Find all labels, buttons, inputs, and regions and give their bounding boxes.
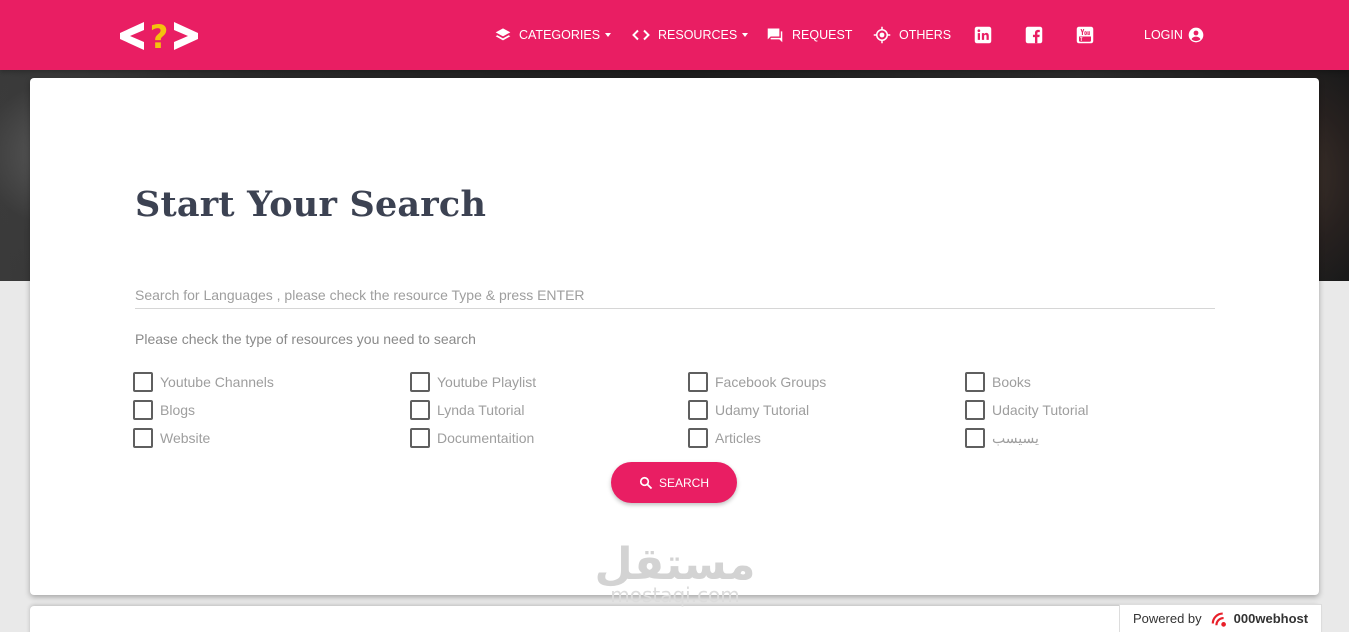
checkbox-articles[interactable]: Articles — [688, 428, 761, 448]
checkbox-label: Articles — [715, 430, 761, 446]
layers-icon — [495, 28, 511, 41]
nav-label: REQUEST — [792, 28, 853, 42]
checkbox-documentation[interactable]: Documentaition — [410, 428, 534, 448]
search-button-label: SEARCH — [658, 475, 709, 490]
checkbox-label: يسيسب — [992, 429, 1039, 446]
checkbox-label: Lynda Tutorial — [437, 402, 525, 418]
search-icon — [639, 476, 653, 489]
checkbox-box[interactable] — [965, 428, 985, 448]
nav-label: OTHERS — [899, 28, 952, 42]
checkbox-box[interactable] — [688, 400, 708, 420]
checkbox-facebook-groups[interactable]: Facebook Groups — [688, 372, 826, 392]
target-icon — [873, 26, 891, 44]
checkbox-box[interactable] — [133, 400, 153, 420]
resource-type-hint: Please check the type of resources you n… — [135, 331, 476, 347]
checkbox-udamy-tutorial[interactable]: Udamy Tutorial — [688, 400, 809, 420]
checkbox-label: Youtube Playlist — [437, 374, 537, 390]
checkbox-label: Udamy Tutorial — [715, 402, 810, 418]
account-circle-icon — [1188, 27, 1204, 43]
facebook-icon[interactable] — [1025, 24, 1043, 46]
site-logo[interactable]: ? — [118, 18, 200, 56]
checkbox-label: Youtube Channels — [160, 374, 274, 390]
nav-categories[interactable]: CATEGORIES — [495, 24, 612, 46]
checkbox-box[interactable] — [965, 372, 985, 392]
checkbox-box[interactable] — [410, 400, 430, 420]
checkbox-website[interactable]: Website — [133, 428, 210, 448]
chevron-down-icon — [605, 33, 612, 37]
page-title: Start Your Search — [135, 184, 487, 225]
checkbox-box[interactable] — [410, 428, 430, 448]
checkbox-label: Books — [992, 374, 1031, 390]
powered-by-badge[interactable]: Powered by 000webhost — [1119, 604, 1322, 632]
webhost-logo-icon — [1211, 612, 1226, 627]
top-navbar: ? CATEGORIES RESOURCES REQUEST OTHERS LO… — [0, 0, 1349, 70]
code-icon — [632, 29, 650, 41]
checkbox-books[interactable]: Books — [965, 372, 1031, 392]
checkbox-box[interactable] — [965, 400, 985, 420]
login-label: LOGIN — [1144, 28, 1183, 42]
checkbox-label: Website — [160, 430, 211, 446]
linkedin-icon[interactable] — [974, 24, 992, 46]
powered-by-prefix: Powered by — [1133, 611, 1202, 626]
youtube-icon[interactable] — [1076, 24, 1094, 46]
nav-label: CATEGORIES — [519, 28, 601, 42]
logo-question-mark: ? — [150, 18, 169, 54]
search-button[interactable]: SEARCH — [611, 462, 737, 503]
nav-label: RESOURCES — [658, 28, 738, 42]
checkbox-label: Documentaition — [437, 430, 535, 446]
nav-others[interactable]: OTHERS — [873, 24, 951, 46]
checkbox-label: Udacity Tutorial — [992, 402, 1089, 418]
search-input[interactable] — [135, 281, 1215, 309]
powered-by-brand: 000webhost — [1233, 611, 1309, 626]
chevron-down-icon — [742, 33, 749, 37]
checkbox-youtube-channels[interactable]: Youtube Channels — [133, 372, 274, 392]
checkbox-label: Facebook Groups — [715, 374, 827, 390]
chat-icon — [767, 28, 783, 43]
search-card: Start Your Search Please check the type … — [30, 78, 1319, 595]
checkbox-label: Blogs — [160, 402, 196, 418]
checkbox-blogs[interactable]: Blogs — [133, 400, 195, 420]
nav-request[interactable]: REQUEST — [766, 24, 852, 46]
login-button[interactable]: LOGIN — [1144, 24, 1204, 46]
checkbox-udacity-tutorial[interactable]: Udacity Tutorial — [965, 400, 1088, 420]
checkbox-box[interactable] — [688, 372, 708, 392]
checkbox-box[interactable] — [133, 372, 153, 392]
checkbox-youtube-playlist[interactable]: Youtube Playlist — [410, 372, 536, 392]
checkbox-box[interactable] — [688, 428, 708, 448]
checkbox-lynda-tutorial[interactable]: Lynda Tutorial — [410, 400, 524, 420]
checkbox-box[interactable] — [133, 428, 153, 448]
checkbox-box[interactable] — [410, 372, 430, 392]
nav-resources[interactable]: RESOURCES — [632, 24, 749, 46]
checkbox-arabic-item[interactable]: يسيسب — [965, 428, 1039, 448]
